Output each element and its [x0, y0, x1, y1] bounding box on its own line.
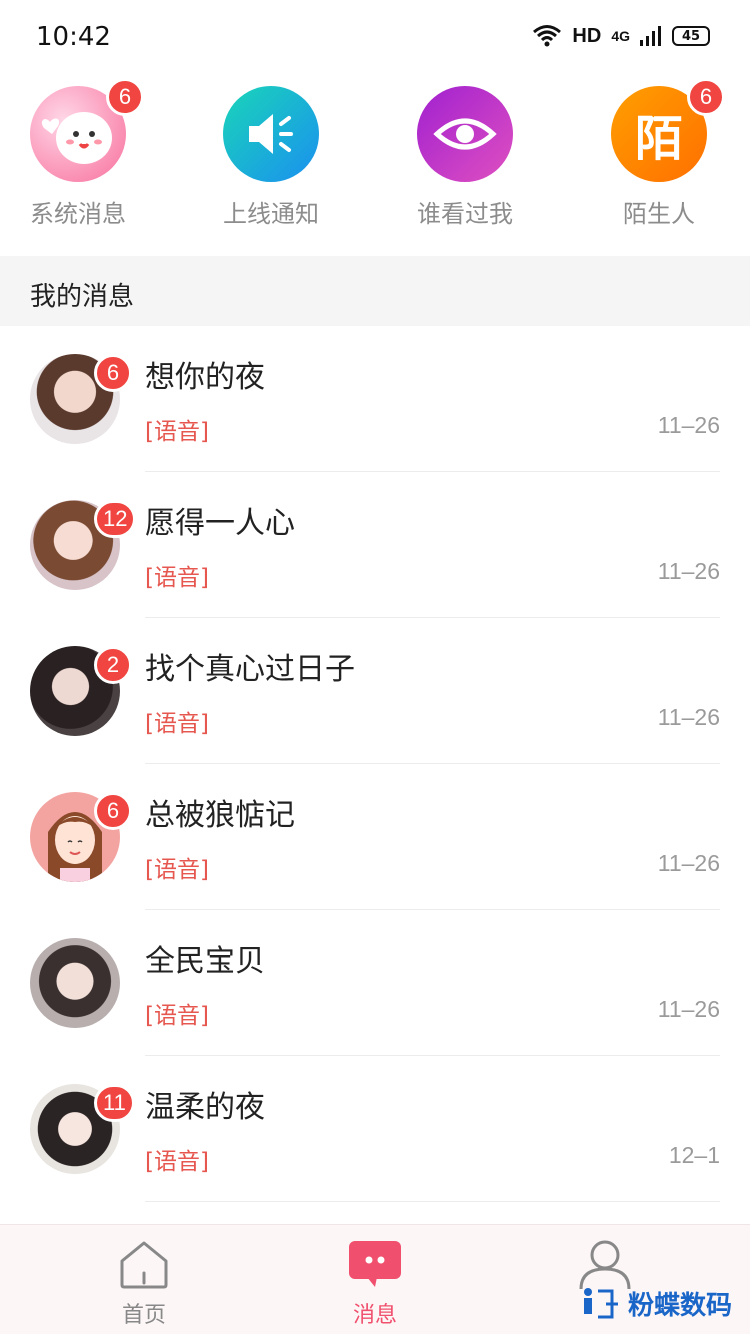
message-preview: [语音]: [145, 565, 209, 591]
message-preview: [语音]: [145, 419, 209, 445]
section-header: 我的消息: [0, 256, 750, 326]
stranger-glyph: 陌: [634, 111, 683, 167]
watermark: 粉蝶数码: [582, 1285, 732, 1322]
quick-entry-strangers[interactable]: 陌 6 陌生人: [584, 78, 734, 229]
quick-entry-label: 陌生人: [623, 200, 695, 228]
eye-graphic: [433, 118, 497, 150]
tab-messages[interactable]: 消息: [315, 1239, 435, 1329]
stranger-icon: 陌 6: [611, 78, 725, 182]
contact-name: 找个真心过日子: [145, 652, 355, 687]
message-preview: [语音]: [145, 711, 209, 737]
message-preview: [语音]: [145, 857, 209, 883]
message-time: 11–26: [657, 850, 720, 876]
contact-name: 愿得一人心: [145, 506, 295, 541]
unread-badge: 2: [94, 646, 132, 684]
quick-entry-online-notifications[interactable]: 上线通知: [196, 86, 346, 229]
contact-name: 温柔的夜: [145, 1090, 265, 1125]
notification-badge: 6: [687, 78, 725, 116]
signal-icon: [640, 26, 661, 46]
profile-icon: [579, 1240, 631, 1290]
quick-entry-system-messages[interactable]: 6 系统消息: [3, 78, 153, 229]
tab-home[interactable]: 首页: [84, 1239, 204, 1329]
watermark-text: 粉蝶数码: [627, 1291, 732, 1321]
quick-entry-label: 谁看过我: [417, 200, 513, 228]
message-row[interactable]: 11 温柔的夜 [语音] 12–1: [0, 1056, 750, 1202]
status-icons: HD 4G 45: [532, 24, 710, 48]
unread-badge: 12: [94, 500, 137, 538]
speaker-graphic: [249, 114, 293, 154]
message-time: 11–26: [657, 558, 720, 584]
quick-entry-who-viewed-me[interactable]: 谁看过我: [390, 86, 540, 229]
tab-label: 消息: [352, 1303, 397, 1328]
cute-face-icon: 6: [30, 78, 144, 182]
network-label: HD: [572, 24, 602, 47]
tab-bar: 首页 消息 粉蝶数码: [0, 1224, 750, 1334]
message-icon: [349, 1241, 401, 1287]
message-row[interactable]: 12 愿得一人心 [语音] 11–26: [0, 472, 750, 618]
battery-indicator: 45: [672, 26, 710, 46]
notification-badge: 6: [106, 78, 144, 116]
divider: [145, 1201, 720, 1202]
unread-badge: 6: [94, 354, 132, 392]
message-row[interactable]: 全民宝贝 [语音] 11–26: [0, 910, 750, 1056]
home-icon: [120, 1241, 168, 1289]
status-time: 10:42: [36, 22, 111, 52]
contact-name: 想你的夜: [145, 360, 265, 395]
message-list: 6 想你的夜 [语音] 11–26 12 愿得一人心 [语音] 11–26 2 …: [0, 326, 750, 1202]
contact-name: 总被狼惦记: [145, 798, 295, 833]
speaker-icon: [223, 86, 319, 182]
message-preview: [语音]: [145, 1003, 209, 1029]
message-time: 11–26: [657, 704, 720, 730]
tab-label: 首页: [121, 1303, 166, 1328]
quick-entry-label: 上线通知: [223, 200, 319, 228]
cute-face-graphic: [41, 112, 112, 164]
message-row[interactable]: 6 想你的夜 [语音] 11–26: [0, 326, 750, 472]
quick-entries: 6 系统消息 上线通知 谁看过我 陌 6 陌生人: [0, 78, 750, 236]
unread-badge: 11: [94, 1084, 135, 1122]
cell-label: 4G: [611, 28, 630, 44]
wifi-icon: [533, 25, 562, 47]
avatar[interactable]: [30, 938, 120, 1028]
status-bar: 10:42 HD 4G 45: [0, 0, 750, 76]
message-time: 12–1: [668, 1142, 720, 1168]
message-time: 11–26: [657, 996, 720, 1022]
message-preview: [语音]: [145, 1149, 209, 1175]
message-time: 11–26: [657, 412, 720, 438]
quick-entry-label: 系统消息: [30, 200, 126, 228]
eye-icon: [417, 86, 513, 182]
contact-name: 全民宝贝: [145, 944, 265, 979]
watermark-logo-icon: [583, 1287, 618, 1318]
message-row[interactable]: 2 找个真心过日子 [语音] 11–26: [0, 618, 750, 764]
message-row[interactable]: 6 总被狼惦记 [语音] 11–26: [0, 764, 750, 910]
unread-badge: 6: [94, 792, 132, 830]
section-title: 我的消息: [30, 282, 135, 312]
